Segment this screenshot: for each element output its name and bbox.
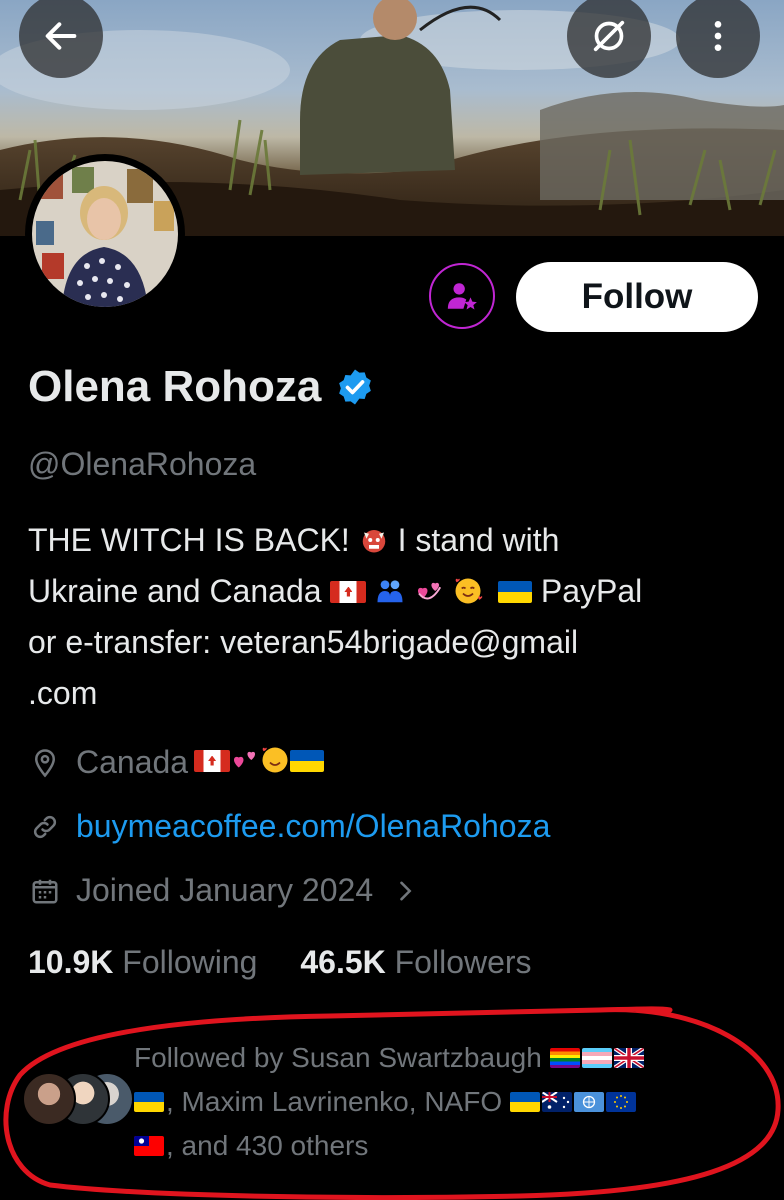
smiling-face-hearts-icon	[262, 747, 288, 772]
follow-button[interactable]: Follow	[516, 262, 758, 332]
followed-by-line: , Maxim Lavrinenko, NAFO	[134, 1080, 754, 1124]
followers-stat[interactable]: 46.5K Followers	[300, 944, 531, 981]
followed-by-line: Followed by Susan Swartzbaugh	[134, 1036, 754, 1080]
location-pin-icon	[28, 746, 62, 780]
following-label: Following	[122, 944, 258, 980]
eu-flag-icon	[605, 1091, 636, 1112]
bio-line: Ukraine and Canada PayPal	[28, 566, 768, 617]
ogre-emoji-icon	[362, 529, 385, 553]
followed-by-line: , and 430 others	[134, 1124, 754, 1168]
subscribe-button[interactable]	[429, 263, 495, 329]
display-name: Olena Rohoza	[28, 362, 322, 411]
smiling-face-hearts-icon	[455, 578, 483, 604]
transgender-flag-icon	[581, 1047, 612, 1068]
arrow-left-icon	[45, 22, 77, 50]
following-count: 10.9K	[28, 944, 114, 980]
taiwan-flag-icon	[134, 1135, 164, 1156]
rainbow-flag-icon	[549, 1047, 580, 1068]
bio-text: PayPal	[540, 573, 643, 609]
follow-stats: 10.9K Following 46.5K Followers	[28, 944, 566, 981]
ukraine-flag-icon	[134, 1091, 164, 1112]
link-icon	[28, 810, 62, 844]
canada-flag-icon	[330, 580, 367, 603]
people-hugging-icon	[377, 579, 403, 602]
canada-flag-icon	[194, 749, 231, 772]
profile-handle: @OlenaRohoza	[28, 446, 257, 482]
bio-line: .com	[28, 675, 98, 711]
following-stat[interactable]: 10.9K Following	[28, 944, 257, 981]
revolving-hearts-icon	[418, 582, 442, 599]
ukraine-flag-icon	[290, 749, 325, 772]
ukraine-flag-icon	[509, 1091, 540, 1112]
uk-flag-icon	[613, 1047, 644, 1068]
followers-label: Followers	[394, 944, 532, 980]
profile-avatar[interactable]	[25, 154, 185, 314]
location-row: Canada	[28, 744, 325, 781]
bio-text: I stand with	[397, 522, 560, 558]
followers-count: 46.5K	[300, 944, 386, 980]
verified-badge-icon[interactable]	[335, 367, 375, 407]
chevron-right-icon	[400, 881, 412, 900]
avatar	[22, 1072, 76, 1126]
calendar-icon	[28, 874, 62, 908]
revolving-hearts-icon	[234, 751, 256, 767]
profile-bio: THE WITCH IS BACK! I stand with Ukraine …	[28, 515, 768, 719]
followed-by-segment: , and 430 others	[166, 1130, 369, 1161]
more-vertical-icon	[714, 21, 722, 51]
mutual-followers-avatars[interactable]	[22, 1072, 134, 1126]
followed-by-segment: , Maxim Lavrinenko, NAFO	[166, 1086, 503, 1117]
avatar-photo	[32, 161, 178, 307]
person-star-icon	[447, 283, 477, 310]
joined-text: Joined January 2024	[76, 872, 374, 908]
australia-flag-icon	[541, 1091, 572, 1112]
location-text: Canada	[76, 744, 189, 780]
slash-circle-icon	[593, 20, 625, 52]
joined-row[interactable]: Joined January 2024	[28, 872, 419, 909]
website-link[interactable]: buymeacoffee.com/OlenaRohoza	[76, 808, 550, 845]
followed-by-text[interactable]: Followed by Susan Swartzbaugh , Maxim La…	[134, 1036, 754, 1168]
bio-text: Ukraine and Canada	[28, 573, 331, 609]
website-row: buymeacoffee.com/OlenaRohoza	[28, 808, 550, 845]
un-flag-icon	[573, 1091, 604, 1112]
name-row: Olena Rohoza	[28, 362, 375, 412]
bio-line: THE WITCH IS BACK! I stand with	[28, 515, 768, 566]
bio-text: THE WITCH IS BACK!	[28, 522, 350, 558]
followed-by-segment: Followed by Susan Swartzbaugh	[134, 1042, 542, 1073]
ukraine-flag-icon	[497, 580, 532, 603]
bio-line: or e-transfer: veteran54brigade@gmail	[28, 624, 579, 660]
